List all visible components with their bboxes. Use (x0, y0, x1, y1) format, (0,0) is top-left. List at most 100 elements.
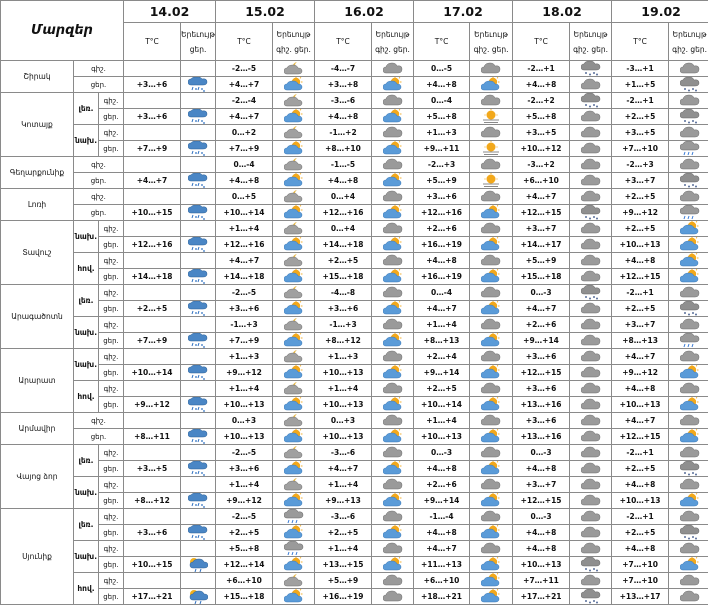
snow-cloud-icon (669, 109, 708, 125)
temperature-range: +3…+6 (124, 525, 181, 541)
weather-label: Երեւույթ (273, 30, 314, 39)
temperature-range: +8…+11 (124, 429, 181, 445)
temperature-range: -1…+3 (315, 317, 372, 333)
temperature-range: +5…+9 (414, 173, 470, 189)
forecast-row: ցեր.+8…+11+10…+13+10…+13+10…+13+13…+16+1… (1, 429, 708, 445)
snow-cloud-icon (570, 285, 612, 301)
cloud-icon (470, 445, 513, 461)
temperature-range: +8…+13 (612, 333, 669, 349)
temperature-range: 0…+4 (315, 189, 372, 205)
temperature-range: -2…-4 (216, 93, 273, 109)
day-night-cell: ցեր. (99, 269, 124, 285)
temperature-range: +15…+18 (513, 269, 570, 285)
weather-col-header: Երեւույթգիշ. ցեր. (669, 23, 708, 61)
rain-snow-icon (181, 397, 216, 413)
weather-label: Երեւույթ (470, 30, 512, 39)
temperature-range: +2…+5 (124, 301, 181, 317)
temperature-range: -2…-5 (216, 509, 273, 525)
temperature-range: 0…-3 (414, 445, 470, 461)
partly-cloudy-night-icon (273, 189, 315, 205)
empty-icon (181, 349, 216, 365)
cloud-icon (570, 477, 612, 493)
rain-snow-icon (181, 333, 216, 349)
temperature-range: +10…+14 (216, 205, 273, 221)
partly-cloudy-night-icon (273, 221, 315, 237)
day-night-cell: ցեր. (99, 589, 124, 605)
temperature-range (124, 445, 181, 461)
day-night-cell: գիշ. (99, 93, 124, 109)
partly-cloudy-day-icon (372, 205, 414, 221)
day-night-cell: գիշ. (99, 221, 124, 237)
temperature-range: +9…+12 (216, 365, 273, 381)
weather-col-header: Երեւույթգիշ. ցեր. (570, 23, 612, 61)
empty-icon (181, 541, 216, 557)
partly-cloudy-day-icon (372, 397, 414, 413)
cloud-icon (372, 509, 414, 525)
temperature-range: +2…+6 (414, 221, 470, 237)
temperature-range: +2…+5 (612, 109, 669, 125)
partly-cloudy-day-icon (273, 77, 315, 93)
weather-col-header: Երեւույթգիշ. ցեր. (372, 23, 414, 61)
partly-cloudy-night-icon (273, 317, 315, 333)
cloud-icon (570, 541, 612, 557)
rain-sun-icon (181, 589, 216, 605)
partly-cloudy-night-icon (273, 445, 315, 461)
cloud-icon (372, 317, 414, 333)
snow-cloud-icon (669, 525, 708, 541)
forecast-row: ցեր.+3…+6+2…+5+2…+5+4…+8+4…+8+2…+5 (1, 525, 708, 541)
partly-cloudy-day-icon (669, 365, 708, 381)
temperature-range: +10…+13 (513, 557, 570, 573)
temperature-range: -1…-5 (315, 157, 372, 173)
temperature-range: +10…+13 (315, 429, 372, 445)
forecast-row: հով.գիշ.+1…+4+1…+4+2…+5+3…+6+4…+8 (1, 381, 708, 397)
day-night-cell: ցեր. (74, 205, 124, 221)
temperature-range (124, 253, 181, 269)
partly-cloudy-day-icon (372, 333, 414, 349)
day-night-cell: ցեր. (99, 365, 124, 381)
temperature-range (124, 381, 181, 397)
region-name: Տավուշ (1, 221, 74, 285)
cloud-icon (669, 189, 708, 205)
rain-cloud-icon (669, 141, 708, 157)
temperature-range: 0…-3 (513, 285, 570, 301)
cloud-icon (470, 253, 513, 269)
temperature-range: +9…+14 (414, 365, 470, 381)
temperature-range: 0…-3 (513, 445, 570, 461)
temperature-range: +10…+13 (315, 365, 372, 381)
temperature-range (124, 61, 181, 77)
rain-snow-icon (181, 173, 216, 189)
temp-col-header: T°C (414, 23, 470, 61)
temperature-range: -2…+3 (414, 157, 470, 173)
empty-icon (181, 381, 216, 397)
day-night-labels: գիշ. ցեր. (570, 45, 611, 54)
temperature-range: +4…+8 (216, 173, 273, 189)
cloud-icon (570, 397, 612, 413)
temperature-range: +4…+7 (513, 301, 570, 317)
region-name: Գեղարքունիք (1, 157, 74, 189)
temperature-range: -2…-5 (216, 445, 273, 461)
temperature-range: +4…+8 (612, 477, 669, 493)
partly-cloudy-night-icon (273, 477, 315, 493)
temperature-range: +14…+18 (315, 237, 372, 253)
forecast-row: ցեր.+8…+12+9…+12+9…+13+9…+14+12…+15+10…+… (1, 493, 708, 509)
temperature-range: +7…+10 (612, 573, 669, 589)
temperature-range (124, 509, 181, 525)
temp-col-header: T°C (612, 23, 669, 61)
day-night-cell: գիշ. (99, 317, 124, 333)
cloud-icon (570, 429, 612, 445)
cloud-icon (570, 189, 612, 205)
temperature-range: -2…+1 (612, 509, 669, 525)
partly-cloudy-day-icon (273, 333, 315, 349)
cloud-icon (470, 477, 513, 493)
cloud-icon (372, 125, 414, 141)
partly-cloudy-day-icon (372, 429, 414, 445)
temperature-range: +12…+16 (414, 205, 470, 221)
temperature-range: -1…+2 (315, 125, 372, 141)
forecast-row: Լոռիգիշ.0…+50…+4+3…+6+4…+7+2…+5 (1, 189, 708, 205)
cloud-icon (570, 221, 612, 237)
cloud-icon (570, 301, 612, 317)
cloud-icon (570, 349, 612, 365)
night-label: գիշ. (672, 45, 688, 54)
weather-col-header: Երեւույթցեր. (181, 23, 216, 61)
partly-cloudy-day-icon (669, 269, 708, 285)
